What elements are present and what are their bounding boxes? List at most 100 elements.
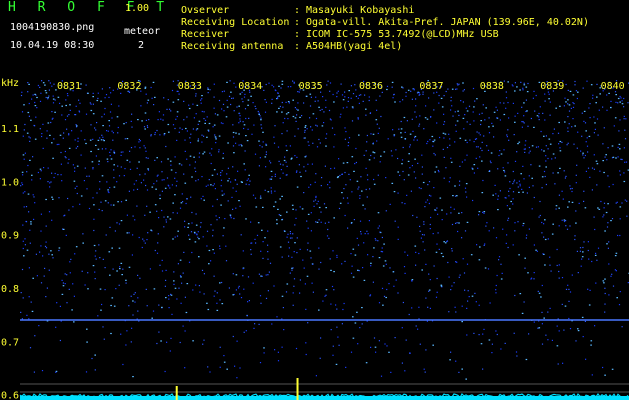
noise-dot <box>291 256 293 258</box>
noise-dot <box>575 90 577 92</box>
noise-dot <box>472 199 474 202</box>
noise-dot <box>296 252 298 254</box>
noise-dot <box>77 145 79 148</box>
noise-dot <box>251 133 253 135</box>
noise-dot <box>612 183 614 186</box>
noise-dot <box>154 132 156 134</box>
noise-dot <box>164 285 166 287</box>
noise-dot <box>77 137 79 139</box>
noise-dot <box>158 331 160 333</box>
noise-dot <box>137 274 139 276</box>
noise-dot <box>180 202 183 204</box>
noise-dot <box>90 109 93 112</box>
noise-dot <box>240 297 243 299</box>
noise-dot <box>280 169 282 171</box>
noise-dot <box>313 200 315 202</box>
noise-dot <box>550 270 552 272</box>
noise-dot <box>281 295 284 297</box>
noise-dot <box>91 357 93 360</box>
noise-dot <box>209 89 211 91</box>
noise-dot <box>315 117 318 120</box>
noise-dot <box>344 214 346 217</box>
noise-dot <box>541 232 543 234</box>
noise-dot <box>391 182 394 184</box>
noise-dot <box>552 172 554 174</box>
noise-dot <box>512 170 514 173</box>
noise-dot <box>270 192 273 194</box>
noise-dot <box>364 233 366 235</box>
noise-dot <box>427 306 429 308</box>
noise-dot <box>320 221 322 223</box>
noise-dot <box>482 104 484 106</box>
noise-dot <box>275 89 277 92</box>
noise-dot <box>357 118 359 120</box>
noise-dot <box>567 127 569 129</box>
noise-dot <box>400 132 402 134</box>
noise-dot <box>120 262 123 264</box>
noise-dot <box>500 278 503 280</box>
noise-dot <box>449 359 451 361</box>
noise-dot <box>563 329 565 331</box>
noise-dot <box>281 133 283 135</box>
noise-dot <box>52 102 55 104</box>
noise-dot <box>372 142 374 144</box>
noise-dot <box>84 139 86 141</box>
noise-dot <box>344 91 346 93</box>
noise-dot <box>45 247 48 249</box>
noise-dot <box>299 292 301 294</box>
noise-dot <box>343 188 345 190</box>
noise-dot <box>623 118 625 120</box>
noise-dot <box>458 276 460 278</box>
noise-dot <box>494 184 496 186</box>
noise-dot <box>52 98 55 100</box>
noise-dot <box>49 186 51 188</box>
noise-dot <box>357 269 359 271</box>
noise-dot <box>314 100 316 102</box>
meteor-marker <box>175 386 178 400</box>
noise-dot <box>618 143 621 145</box>
noise-dot <box>333 289 335 291</box>
noise-dot <box>424 371 426 373</box>
noise-dot <box>99 188 101 190</box>
noise-dot <box>120 201 123 203</box>
noise-dot <box>381 287 384 289</box>
noise-dot <box>545 334 547 336</box>
noise-dot <box>226 99 228 101</box>
noise-dot <box>527 82 529 85</box>
noise-dot <box>218 149 220 151</box>
noise-dot <box>587 167 590 169</box>
noise-dot <box>71 309 73 311</box>
noise-dot <box>276 111 278 113</box>
noise-dot <box>336 256 338 258</box>
noise-dot <box>595 160 598 162</box>
noise-dot <box>75 124 77 126</box>
noise-dot <box>97 139 100 141</box>
noise-dot <box>87 288 89 290</box>
noise-dot <box>428 289 431 291</box>
noise-dot <box>295 120 297 122</box>
noise-dot <box>429 223 431 226</box>
noise-dot <box>438 171 440 173</box>
noise-dot <box>581 258 583 260</box>
noise-dot <box>462 90 464 92</box>
noise-dot <box>200 222 202 224</box>
noise-dot <box>461 368 463 370</box>
noise-dot <box>162 114 165 116</box>
noise-dot <box>565 175 567 177</box>
noise-dot <box>221 108 223 110</box>
noise-dot <box>74 253 76 255</box>
noise-dot <box>159 194 161 196</box>
noise-dot <box>526 110 528 112</box>
noise-dot <box>20 94 23 97</box>
signal-floor <box>20 396 629 400</box>
noise-dot <box>481 160 483 162</box>
noise-dot <box>378 302 381 304</box>
noise-dot <box>276 219 278 221</box>
noise-dot <box>551 233 554 235</box>
noise-dot <box>134 146 136 148</box>
noise-dot <box>56 143 58 146</box>
noise-dot <box>201 269 204 271</box>
noise-dot <box>439 197 442 199</box>
noise-dot <box>152 310 155 312</box>
noise-dot <box>588 107 590 109</box>
